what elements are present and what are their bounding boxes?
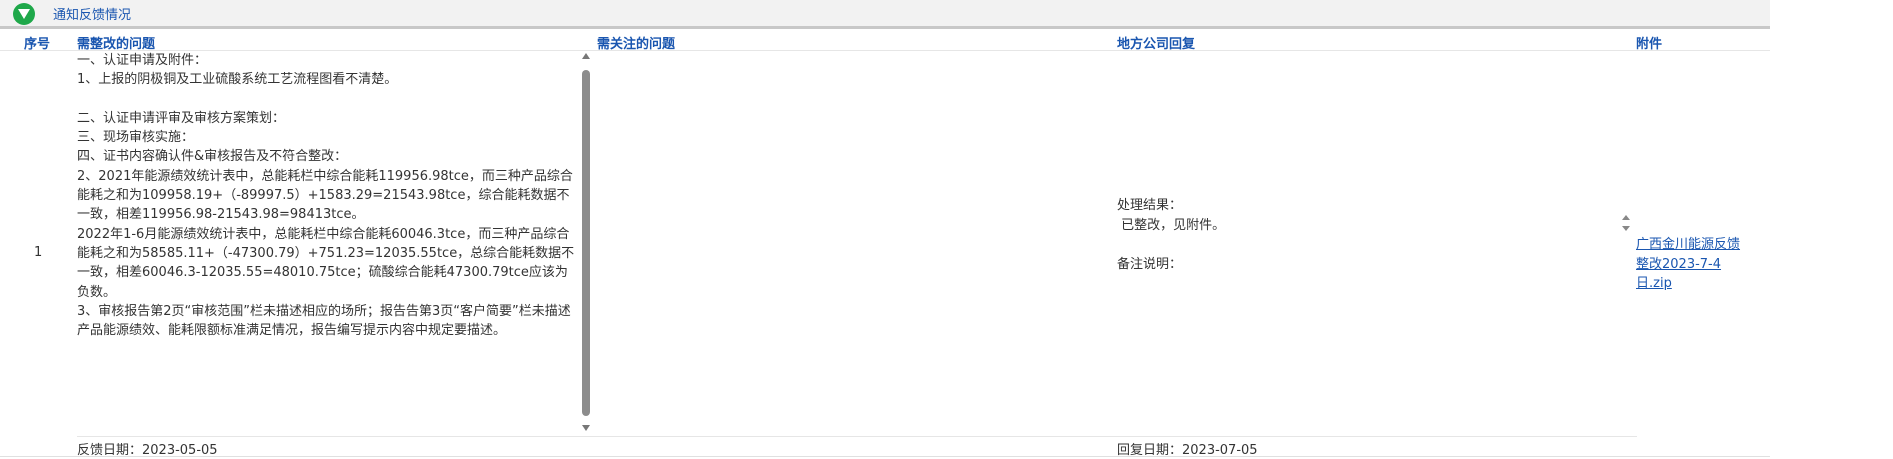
- section-title: 通知反馈情况: [53, 8, 132, 23]
- attachment-link[interactable]: 广西金川能源反馈整改2023-7-4日.zip: [1636, 235, 1751, 294]
- collapse-toggle-icon[interactable]: [13, 3, 35, 25]
- row-divider: [77, 436, 1637, 437]
- section-header: 通知反馈情况: [0, 0, 1770, 29]
- row-seq: 1: [34, 245, 43, 260]
- scroll-down-arrow-icon[interactable]: [582, 425, 590, 431]
- issues-scrollbar[interactable]: [580, 53, 592, 435]
- scroll-thumb[interactable]: [582, 70, 590, 416]
- scroll-up-arrow-icon[interactable]: [1622, 215, 1630, 220]
- reply-text: 处理结果： 已整改，见附件。 备注说明：: [1117, 198, 1226, 272]
- scroll-up-arrow-icon[interactable]: [582, 53, 590, 59]
- reply-scrollbar[interactable]: [1622, 213, 1632, 235]
- footer-divider: [0, 456, 1770, 457]
- scroll-down-arrow-icon[interactable]: [1622, 226, 1630, 231]
- issues-text: 一、认证申请及附件： 1、上报的阴极铜及工业硫酸系统工艺流程图看不清楚。 二、认…: [77, 53, 575, 339]
